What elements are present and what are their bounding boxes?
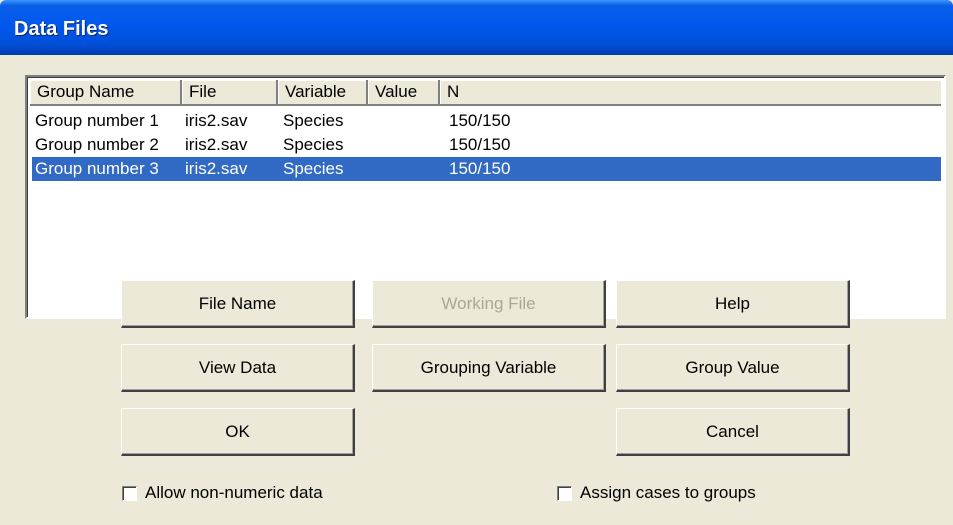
assign-cases-checkbox[interactable]	[557, 485, 572, 501]
allow-non-numeric-checkbox[interactable]	[122, 485, 137, 501]
column-header-value[interactable]: Value	[368, 80, 440, 106]
cell-group-name: Group number 2	[35, 135, 159, 154]
grouping-variable-button[interactable]: Grouping Variable	[372, 344, 606, 392]
window-title: Data Files	[14, 18, 109, 40]
cell-value	[368, 133, 440, 157]
cell-variable: Species	[283, 135, 344, 154]
file-name-button[interactable]: File Name	[121, 280, 355, 328]
dialog-body: Group Name File Variable Value N Group n…	[4, 55, 949, 521]
title-bar[interactable]: Data Files	[0, 0, 953, 55]
cancel-button[interactable]: Cancel	[616, 408, 850, 456]
cell-variable: Species	[283, 159, 344, 178]
cell-value	[368, 157, 440, 181]
cell-group-name: Group number 1	[35, 111, 159, 130]
allow-non-numeric-label: Allow non-numeric data	[145, 483, 323, 502]
help-button[interactable]: Help	[616, 280, 850, 328]
table-row-selected[interactable]: Group number 3 iris2.sav Species 150/150	[32, 157, 941, 181]
column-header-file[interactable]: File	[182, 80, 278, 106]
table-row[interactable]: Group number 1 iris2.sav Species 150/150	[32, 109, 941, 133]
cell-file: iris2.sav	[185, 135, 248, 154]
assign-cases-option[interactable]: Assign cases to groups	[557, 483, 756, 503]
cell-n: 150/150	[449, 159, 511, 178]
table-row[interactable]: Group number 2 iris2.sav Species 150/150	[32, 133, 941, 157]
cell-file: iris2.sav	[185, 111, 248, 130]
cell-variable: Species	[283, 111, 344, 130]
ok-button[interactable]: OK	[121, 408, 355, 456]
column-header-n[interactable]: N	[440, 80, 941, 106]
column-header-variable[interactable]: Variable	[278, 80, 368, 106]
working-file-button[interactable]: Working File	[372, 280, 606, 328]
cell-group-name: Group number 3	[35, 159, 159, 178]
list-rows: Group number 1 iris2.sav Species 150/150…	[32, 109, 941, 181]
cell-file: iris2.sav	[185, 159, 248, 178]
list-header: Group Name File Variable Value N	[30, 80, 941, 106]
cell-n: 150/150	[449, 111, 511, 130]
assign-cases-label: Assign cases to groups	[580, 483, 756, 502]
view-data-button[interactable]: View Data	[121, 344, 355, 392]
group-value-button[interactable]: Group Value	[616, 344, 850, 392]
allow-non-numeric-option[interactable]: Allow non-numeric data	[122, 483, 323, 503]
data-files-dialog: Data Files Group Name File Variable Valu…	[0, 0, 953, 525]
cell-value	[368, 109, 440, 133]
column-header-group-name[interactable]: Group Name	[30, 80, 182, 106]
cell-n: 150/150	[449, 135, 511, 154]
